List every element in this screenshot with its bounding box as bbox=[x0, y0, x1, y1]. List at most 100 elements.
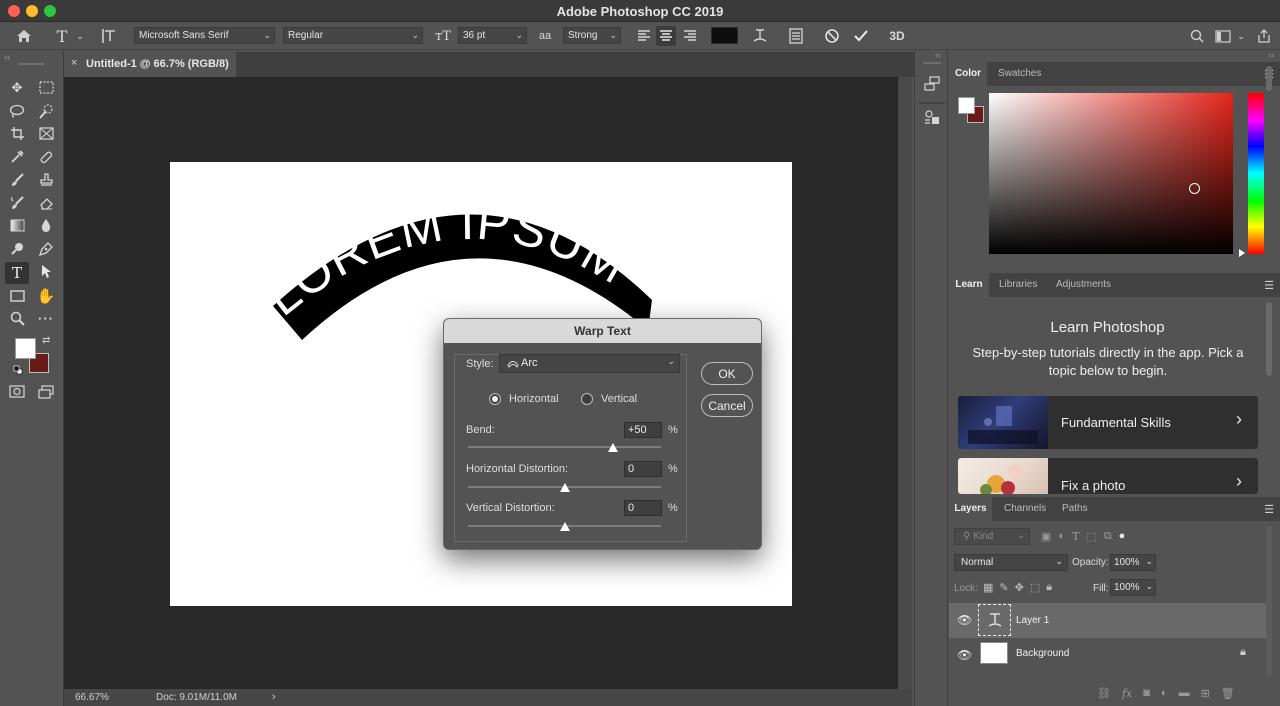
adjustment-layer-icon[interactable]: ◐ bbox=[1161, 687, 1168, 700]
font-family-select[interactable]: Microsoft Sans Serif ⌄ bbox=[134, 27, 275, 44]
expand-panels-icon[interactable]: ‹‹ bbox=[935, 50, 941, 60]
tab-color[interactable]: Color bbox=[949, 62, 987, 86]
canvas-scrollbar[interactable] bbox=[898, 77, 912, 689]
default-colors-icon[interactable] bbox=[13, 365, 23, 375]
text-color-swatch[interactable] bbox=[711, 27, 738, 44]
horizontal-radio[interactable] bbox=[489, 393, 501, 405]
type-tool-preset-icon[interactable]: T bbox=[52, 26, 72, 46]
screen-mode-icon[interactable] bbox=[35, 381, 57, 402]
bend-input[interactable]: +50 bbox=[624, 422, 662, 438]
filter-type-icon[interactable]: T bbox=[1072, 530, 1079, 543]
history-brush-tool-icon[interactable] bbox=[6, 192, 28, 213]
lock-transparent-pixels-icon[interactable]: ▦ bbox=[983, 581, 993, 594]
panel-grip[interactable] bbox=[923, 62, 941, 64]
align-center-icon[interactable] bbox=[656, 26, 676, 46]
filter-shape-icon[interactable]: ⬚ bbox=[1086, 530, 1096, 543]
delete-layer-icon[interactable]: 🗑︎ bbox=[1221, 687, 1235, 700]
tab-adjustments[interactable]: Adjustments bbox=[1056, 273, 1111, 297]
font-style-select[interactable]: Regular ⌄ bbox=[283, 27, 423, 44]
bend-slider-thumb[interactable] bbox=[607, 443, 618, 452]
filter-smart-object-icon[interactable]: ⧉ bbox=[1104, 530, 1112, 543]
zoom-tool-icon[interactable] bbox=[6, 308, 28, 329]
tab-channels[interactable]: Channels bbox=[1004, 497, 1046, 521]
move-tool-icon[interactable]: ✥ bbox=[6, 77, 28, 98]
gradient-tool-icon[interactable] bbox=[6, 215, 28, 236]
blend-mode-select[interactable]: Normal ⌄ bbox=[954, 554, 1068, 571]
share-icon[interactable] bbox=[1254, 26, 1274, 46]
character-panel-icon[interactable] bbox=[786, 26, 806, 46]
style-select[interactable]: Arc ⌄ bbox=[499, 354, 680, 373]
quick-selection-tool-icon[interactable] bbox=[35, 100, 57, 121]
document-tab[interactable]: × Untitled-1 @ 66.7% (RGB/8) bbox=[64, 52, 236, 77]
clone-stamp-tool-icon[interactable] bbox=[35, 169, 57, 190]
antialias-select[interactable]: Strong ⌄ bbox=[563, 27, 621, 44]
learn-panel-scrollbar[interactable] bbox=[1266, 302, 1272, 376]
horizontal-distortion-slider-thumb[interactable] bbox=[559, 483, 570, 492]
color-picker-cursor[interactable] bbox=[1189, 183, 1200, 194]
tab-paths[interactable]: Paths bbox=[1062, 497, 1088, 521]
hue-slider-handle[interactable] bbox=[1239, 249, 1245, 257]
color-field[interactable] bbox=[989, 93, 1233, 254]
workspace-icon[interactable] bbox=[1213, 26, 1233, 46]
commit-edits-icon[interactable] bbox=[851, 26, 871, 46]
tutorial-card-fundamental-skills[interactable]: Fundamental Skills › bbox=[958, 396, 1258, 449]
home-icon[interactable] bbox=[14, 26, 34, 46]
learn-panel-menu-icon[interactable]: ☰ bbox=[1264, 279, 1274, 292]
3d-button[interactable]: 3D bbox=[887, 26, 907, 46]
add-mask-icon[interactable]: ◙ bbox=[1143, 687, 1150, 700]
blur-tool-icon[interactable] bbox=[35, 215, 57, 236]
lock-all-icon[interactable]: 🔒︎ bbox=[1046, 581, 1052, 594]
cancel-edits-icon[interactable] bbox=[822, 26, 842, 46]
swap-colors-icon[interactable]: ⇄ bbox=[42, 335, 50, 346]
vertical-distortion-input[interactable]: 0 bbox=[624, 500, 662, 516]
workspace-chevron-down-icon[interactable]: ⌄ bbox=[1231, 26, 1251, 46]
new-layer-icon[interactable]: ⊞ bbox=[1201, 687, 1210, 700]
opacity-input[interactable]: 100% ⌄ bbox=[1110, 554, 1156, 571]
hand-tool-icon[interactable]: ✋ bbox=[35, 285, 57, 306]
filter-adjustment-icon[interactable]: ◐ bbox=[1058, 530, 1065, 543]
tutorial-card-fix-a-photo[interactable]: Fix a photo › bbox=[958, 458, 1258, 494]
eraser-tool-icon[interactable] bbox=[35, 192, 57, 213]
foreground-color-swatch[interactable] bbox=[15, 338, 36, 359]
tab-swatches[interactable]: Swatches bbox=[998, 62, 1041, 86]
fill-input[interactable]: 100% ⌄ bbox=[1110, 579, 1156, 596]
properties-panel-icon[interactable] bbox=[923, 108, 941, 126]
lock-artboard-icon[interactable]: ⬚ bbox=[1030, 581, 1040, 594]
layer-row-background[interactable]: 👁︎ Background 🔒︎ bbox=[949, 638, 1266, 671]
marquee-tool-icon[interactable] bbox=[35, 77, 57, 98]
layers-panel-menu-icon[interactable]: ☰ bbox=[1264, 503, 1274, 516]
layer-style-fx-icon[interactable]: fx bbox=[1122, 687, 1132, 700]
lock-position-icon[interactable]: ✥ bbox=[1015, 581, 1024, 594]
brush-tool-icon[interactable] bbox=[6, 169, 28, 190]
link-layers-icon[interactable]: ⛓︎ bbox=[1097, 687, 1111, 700]
filter-toggle-icon[interactable]: ● bbox=[1119, 530, 1126, 543]
collapse-panels-icon[interactable]: ›› bbox=[1268, 50, 1274, 60]
zoom-level[interactable]: 66.67% bbox=[75, 692, 109, 703]
ok-button[interactable]: OK bbox=[701, 362, 753, 385]
pen-tool-icon[interactable] bbox=[35, 238, 57, 259]
warp-text-icon[interactable] bbox=[750, 26, 770, 46]
toolbar-grip[interactable] bbox=[18, 63, 44, 65]
path-selection-tool-icon[interactable] bbox=[35, 261, 57, 282]
hue-slider[interactable] bbox=[1248, 93, 1264, 254]
color-panel-foreground-swatch[interactable] bbox=[958, 97, 975, 114]
layer-filter-select[interactable]: ⚲ Kind ⌄ bbox=[954, 528, 1030, 545]
bend-slider-track[interactable] bbox=[468, 446, 661, 448]
tab-layers[interactable]: Layers bbox=[949, 497, 992, 521]
layers-panel-scrollbar[interactable] bbox=[1266, 526, 1272, 676]
history-panel-icon[interactable] bbox=[923, 75, 941, 93]
new-group-icon[interactable]: ▬ bbox=[1179, 687, 1190, 700]
align-right-icon[interactable] bbox=[680, 26, 700, 46]
layer-visibility-eye-icon[interactable]: 👁︎ bbox=[957, 648, 972, 662]
filter-pixel-icon[interactable]: ▣ bbox=[1041, 530, 1051, 543]
more-tools-icon[interactable]: ··· bbox=[35, 308, 57, 329]
search-icon[interactable] bbox=[1187, 26, 1207, 46]
dodge-tool-icon[interactable] bbox=[6, 238, 28, 259]
rectangle-tool-icon[interactable] bbox=[6, 285, 28, 306]
frame-tool-icon[interactable] bbox=[35, 123, 57, 144]
status-chevron-right-icon[interactable]: › bbox=[272, 691, 276, 703]
align-left-icon[interactable] bbox=[634, 26, 654, 46]
lock-image-pixels-icon[interactable]: ✎ bbox=[999, 581, 1008, 594]
layer-row-layer-1[interactable]: 👁︎ Layer 1 bbox=[949, 603, 1266, 638]
cancel-button[interactable]: Cancel bbox=[701, 394, 753, 417]
